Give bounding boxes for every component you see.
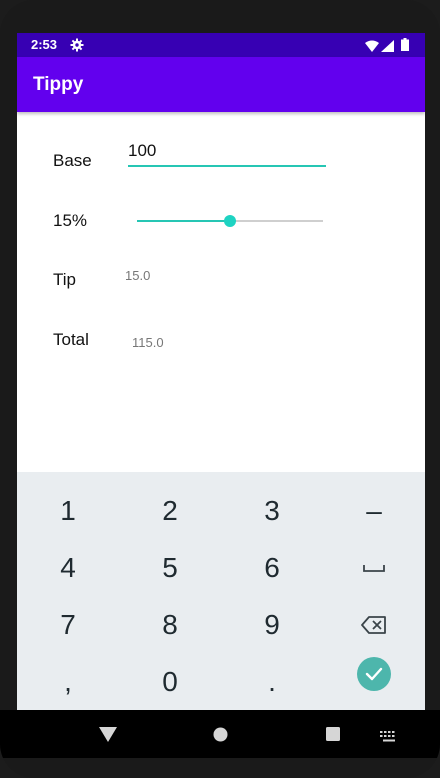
status-bar: 2:53 xyxy=(17,33,425,57)
tip-percent-slider[interactable] xyxy=(137,211,323,231)
app-bar: Tippy xyxy=(17,57,425,112)
key-6[interactable]: 6 xyxy=(221,539,323,596)
space-key[interactable] xyxy=(323,539,425,596)
base-label: Base xyxy=(53,151,92,170)
key-3[interactable]: 3 xyxy=(221,482,323,539)
key-4[interactable]: 4 xyxy=(17,539,119,596)
numeric-keyboard: 1 2 3 – 4 5 6 7 8 9 , 0 . xyxy=(17,472,425,710)
slider-thumb[interactable] xyxy=(224,215,236,227)
status-time: 2:53 xyxy=(31,37,58,52)
key-minus[interactable]: – xyxy=(323,482,425,539)
total-amount: 115.0 xyxy=(132,335,164,350)
backspace-icon xyxy=(361,615,387,634)
key-2[interactable]: 2 xyxy=(119,482,221,539)
key-comma[interactable]: , xyxy=(17,653,119,710)
gear-icon xyxy=(70,38,84,52)
space-icon xyxy=(363,563,385,573)
back-icon[interactable] xyxy=(99,727,117,748)
battery-icon xyxy=(401,38,409,56)
screen: 2:53 Tippy Base 100 15% Tip 15.0 Total 1… xyxy=(17,33,425,710)
backspace-key[interactable] xyxy=(323,596,425,653)
tip-percent-label: 15% xyxy=(53,211,88,230)
key-0[interactable]: 0 xyxy=(119,653,221,710)
key-1[interactable]: 1 xyxy=(17,482,119,539)
wifi-icon xyxy=(365,39,379,57)
key-period[interactable]: . xyxy=(221,653,323,710)
total-label: Total xyxy=(53,330,89,349)
slider-track xyxy=(230,220,323,222)
keyboard-icon[interactable] xyxy=(380,729,398,747)
done-key[interactable] xyxy=(323,653,425,710)
tip-amount: 15.0 xyxy=(125,268,151,283)
app-title: Tippy xyxy=(33,74,84,95)
key-8[interactable]: 8 xyxy=(119,596,221,653)
navigation-bar xyxy=(0,710,440,758)
key-9[interactable]: 9 xyxy=(221,596,323,653)
signal-icon xyxy=(381,39,394,57)
tip-label: Tip xyxy=(53,270,76,289)
base-amount-input[interactable] xyxy=(128,139,326,167)
key-5[interactable]: 5 xyxy=(119,539,221,596)
key-7[interactable]: 7 xyxy=(17,596,119,653)
device-frame: 2:53 Tippy Base 100 15% Tip 15.0 Total 1… xyxy=(0,0,440,778)
done-icon xyxy=(357,657,391,691)
recents-icon[interactable] xyxy=(326,727,340,746)
home-icon[interactable] xyxy=(213,727,228,747)
slider-track-active xyxy=(137,220,230,222)
